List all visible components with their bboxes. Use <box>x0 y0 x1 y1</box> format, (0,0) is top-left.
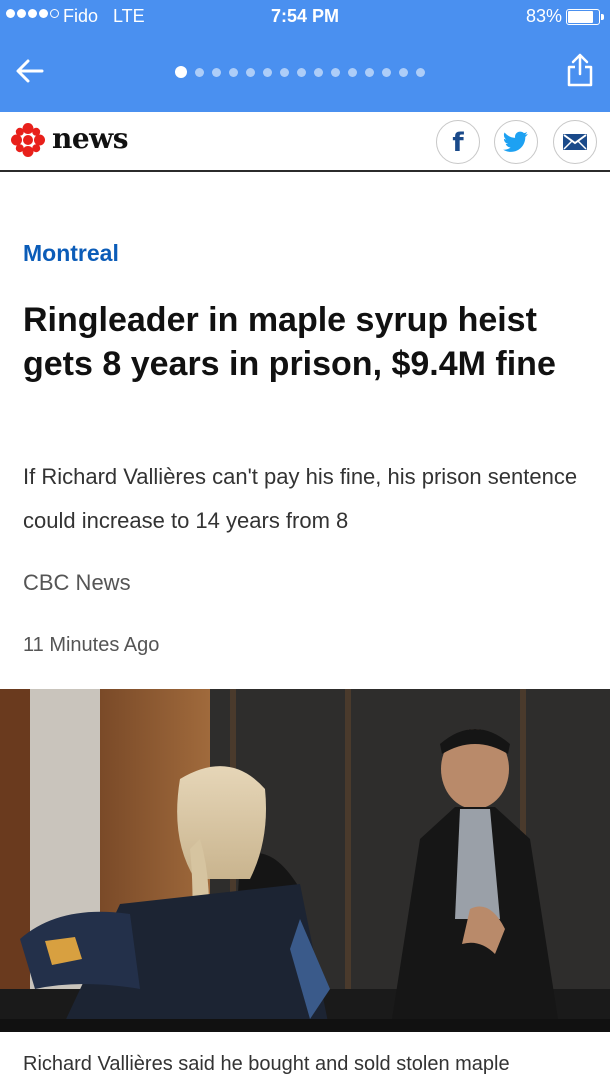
pager-dot[interactable] <box>280 67 289 77</box>
pager-dot[interactable] <box>331 67 340 77</box>
battery-percent: 83% <box>525 6 562 26</box>
pager-dot[interactable] <box>246 67 255 77</box>
email-icon <box>563 134 587 150</box>
back-button[interactable] <box>14 56 46 86</box>
pager-dot[interactable] <box>212 67 221 77</box>
cbc-news-header: news f <box>0 112 610 172</box>
photo-caption: Richard Vallières said he bought and sol… <box>23 1053 510 1075</box>
share-button[interactable] <box>566 52 594 88</box>
battery-icon <box>566 9 604 25</box>
brand-wordmark: news <box>52 122 129 155</box>
twitter-icon <box>503 131 528 152</box>
share-icon <box>567 53 593 87</box>
article-photo <box>0 689 610 1032</box>
article-timestamp: 11 Minutes Ago <box>23 634 160 656</box>
facebook-share-button[interactable]: f <box>436 120 480 164</box>
courtroom-photo <box>0 689 610 1032</box>
pager-dot[interactable] <box>399 67 408 77</box>
pager-dot[interactable] <box>297 67 306 77</box>
status-bar: Fido LTE 7:54 PM 83% <box>0 0 610 34</box>
pager-dot[interactable] <box>365 67 374 77</box>
pager-dot[interactable] <box>229 67 238 77</box>
article-pager[interactable] <box>175 66 425 78</box>
app-top-bar: Fido LTE 7:54 PM 83% <box>0 0 610 112</box>
pager-dot[interactable] <box>416 67 425 77</box>
pager-dot[interactable] <box>195 67 204 77</box>
email-share-button[interactable] <box>553 120 597 164</box>
pager-dot[interactable] <box>382 67 391 77</box>
arrow-left-icon <box>16 59 44 83</box>
pager-dot[interactable] <box>175 66 187 78</box>
section-label[interactable]: Montreal <box>23 240 119 267</box>
pager-dot[interactable] <box>348 67 357 77</box>
facebook-icon: f <box>452 128 464 158</box>
status-time: 7:54 PM <box>270 6 340 26</box>
article-headline: Ringleader in maple syrup heist gets 8 y… <box>23 301 556 383</box>
article-source: CBC News <box>23 570 131 595</box>
cbc-gem-icon <box>11 123 45 157</box>
pager-dot[interactable] <box>263 67 272 77</box>
article-dek: If Richard Vallières can't pay his fine,… <box>23 464 578 533</box>
twitter-share-button[interactable] <box>494 120 538 164</box>
pager-dot[interactable] <box>314 67 323 77</box>
